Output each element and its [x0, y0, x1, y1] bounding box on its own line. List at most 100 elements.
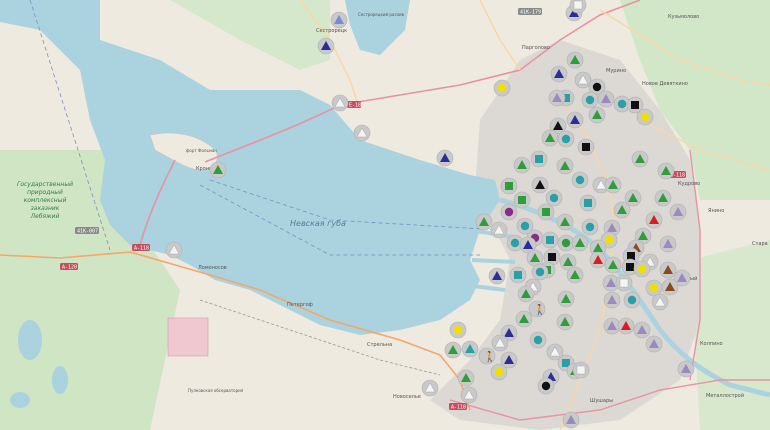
- map-marker-triangle[interactable]: [659, 235, 677, 253]
- map-marker-triangle[interactable]: [566, 266, 584, 284]
- map-marker-triangle[interactable]: [562, 411, 580, 429]
- map-marker-circle[interactable]: [645, 279, 663, 297]
- forest-area-southeast: [690, 240, 770, 430]
- map-marker-triangle[interactable]: [490, 221, 508, 239]
- map-marker-triangle[interactable]: [331, 94, 349, 112]
- map-marker-square[interactable]: [513, 191, 531, 209]
- map-marker-triangle[interactable]: [617, 317, 635, 335]
- map-marker-triangle[interactable]: [633, 321, 651, 339]
- map-marker-square[interactable]: [569, 0, 587, 14]
- map-marker-triangle[interactable]: [571, 234, 589, 252]
- map-marker-triangle[interactable]: [645, 211, 663, 229]
- map-marker-triangle[interactable]: [654, 189, 672, 207]
- map-marker-triangle[interactable]: [645, 335, 663, 353]
- map-marker-triangle[interactable]: [589, 251, 607, 269]
- map-marker-square[interactable]: [530, 150, 548, 168]
- map-marker-circle[interactable]: [490, 363, 508, 381]
- map-marker-circle[interactable]: [500, 203, 518, 221]
- map-marker-circle[interactable]: [537, 377, 555, 395]
- map-marker-triangle[interactable]: [165, 241, 183, 259]
- map-marker-triangle[interactable]: [526, 249, 544, 267]
- map-marker-triangle[interactable]: [613, 201, 631, 219]
- map-marker-triangle[interactable]: [550, 65, 568, 83]
- place-label-peterhof: Петергоф: [287, 302, 313, 308]
- map-marker-circle[interactable]: [633, 260, 651, 278]
- map-marker-triangle[interactable]: [491, 334, 509, 352]
- circle-icon: [604, 235, 614, 245]
- map-marker-triangle[interactable]: [597, 90, 615, 108]
- map-marker-circle[interactable]: [529, 331, 547, 349]
- map-marker-square[interactable]: [537, 203, 555, 221]
- map-marker-triangle[interactable]: [457, 369, 475, 387]
- map-marker-square[interactable]: [577, 138, 595, 156]
- map-marker-triangle[interactable]: [669, 203, 687, 221]
- circle-icon: [520, 221, 530, 231]
- map-marker-triangle[interactable]: [604, 176, 622, 194]
- place-label-strelna: Стрельна: [367, 342, 392, 348]
- map-marker-square[interactable]: [541, 231, 559, 249]
- map-viewport[interactable]: Невская губа Государственный природный к…: [0, 0, 770, 430]
- map-marker-triangle[interactable]: [515, 310, 533, 328]
- map-marker-circle[interactable]: [531, 263, 549, 281]
- map-marker-triangle[interactable]: [651, 293, 669, 311]
- map-marker-triangle[interactable]: [574, 71, 592, 89]
- circle-icon: [649, 283, 659, 293]
- map-marker-triangle[interactable]: [557, 290, 575, 308]
- map-marker-triangle[interactable]: [657, 162, 675, 180]
- map-marker-triangle[interactable]: [444, 341, 462, 359]
- map-marker-triangle[interactable]: [317, 37, 335, 55]
- map-marker-square[interactable]: [579, 194, 597, 212]
- map-marker-circle[interactable]: [493, 79, 511, 97]
- map-marker-circle[interactable]: [636, 108, 654, 126]
- map-marker-triangle[interactable]: [566, 51, 584, 69]
- road-shield-6: 41K-179: [518, 8, 542, 16]
- map-canvas[interactable]: Невская губа Государственный природный к…: [0, 0, 770, 430]
- map-marker-triangle[interactable]: [556, 313, 574, 331]
- map-marker-triangle[interactable]: [209, 161, 227, 179]
- map-marker-circle[interactable]: [581, 218, 599, 236]
- place-label-pargolovo: Парголово: [522, 45, 550, 51]
- map-marker-circle[interactable]: [449, 321, 467, 339]
- circle-icon: [497, 83, 507, 93]
- map-marker-square[interactable]: [615, 274, 633, 292]
- map-marker-triangle[interactable]: [436, 149, 454, 167]
- map-marker-triangle[interactable]: [330, 11, 348, 29]
- map-marker-circle[interactable]: [581, 91, 599, 109]
- map-marker-triangle[interactable]: [677, 360, 695, 378]
- gulf-label: Невская губа: [290, 219, 346, 228]
- map-marker-triangle[interactable]: [541, 129, 559, 147]
- map-marker-triangle[interactable]: [588, 106, 606, 124]
- map-marker-triangle[interactable]: [517, 285, 535, 303]
- square-icon: [619, 278, 629, 288]
- map-marker-triangle[interactable]: [556, 213, 574, 231]
- map-marker-square[interactable]: [572, 361, 590, 379]
- map-marker-circle[interactable]: [545, 189, 563, 207]
- map-marker-triangle[interactable]: [631, 150, 649, 168]
- map-marker-triangle[interactable]: [461, 340, 479, 358]
- road-shield-4-label: A-120: [62, 265, 77, 271]
- map-marker-triangle[interactable]: [475, 213, 493, 231]
- map-marker-triangle[interactable]: [460, 386, 478, 404]
- map-marker-triangle[interactable]: [513, 156, 531, 174]
- map-marker-circle[interactable]: [623, 291, 641, 309]
- circle-icon: [585, 222, 595, 232]
- map-marker-triangle[interactable]: [556, 157, 574, 175]
- map-marker-triangle[interactable]: [531, 176, 549, 194]
- map-marker-circle[interactable]: [571, 171, 589, 189]
- map-marker-triangle[interactable]: [661, 278, 679, 296]
- map-marker-triangle[interactable]: [488, 267, 506, 285]
- place-label-kudrovo: Кудрово: [678, 181, 700, 187]
- map-marker-triangle[interactable]: [566, 111, 584, 129]
- map-marker-triangle[interactable]: [603, 317, 621, 335]
- map-marker-triangle[interactable]: [603, 291, 621, 309]
- map-marker-triangle[interactable]: [624, 189, 642, 207]
- map-marker-square[interactable]: [509, 266, 527, 284]
- map-marker-triangle[interactable]: [659, 261, 677, 279]
- map-marker-square[interactable]: [500, 177, 518, 195]
- map-marker-triangle[interactable]: [548, 89, 566, 107]
- map-marker-triangle[interactable]: [604, 256, 622, 274]
- map-marker-circle[interactable]: [557, 130, 575, 148]
- map-marker-triangle[interactable]: [421, 379, 439, 397]
- map-marker-circle[interactable]: [557, 234, 575, 252]
- map-marker-triangle[interactable]: [353, 124, 371, 142]
